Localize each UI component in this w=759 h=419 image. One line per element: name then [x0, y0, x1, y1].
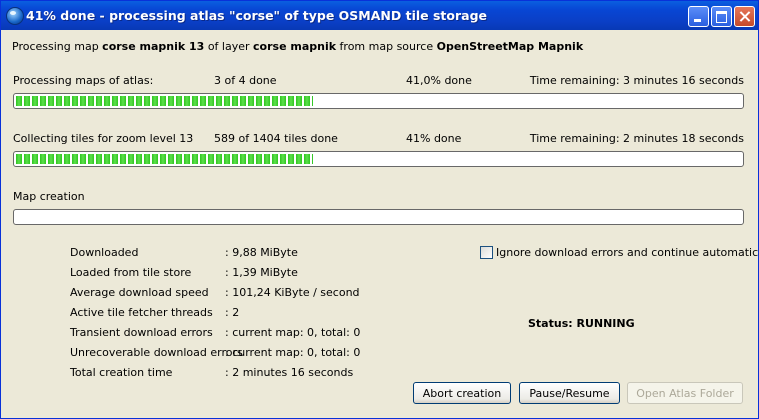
processing-line: Processing map corse mapnik 13 of layer … [12, 40, 583, 53]
map-creation-progress-bar [13, 209, 744, 225]
tiles-progress-percent: 41% done [406, 132, 462, 145]
tiles-time-remaining: Time remaining: 2 minutes 18 seconds [529, 132, 744, 145]
tiles-progress-bar [13, 151, 744, 167]
stat-label: Total creation time [70, 366, 173, 379]
maps-progress-bar [13, 93, 744, 109]
maps-progress-count: 3 of 4 done [214, 74, 277, 87]
maps-progress-fill [16, 96, 313, 106]
stat-value: : 9,88 MiByte [225, 246, 298, 259]
stat-value: : current map: 0, total: 0 [225, 326, 361, 339]
open-atlas-folder-button[interactable]: Open Atlas Folder [627, 382, 743, 404]
stat-label: Loaded from tile store [70, 266, 192, 279]
stat-label: Downloaded [70, 246, 139, 259]
title-bar[interactable]: 41% done - processing atlas "corse" of t… [1, 1, 758, 30]
maximize-button[interactable] [711, 6, 732, 27]
stat-label: Unrecoverable download errors [70, 346, 243, 359]
pause-resume-button[interactable]: Pause/Resume [519, 382, 620, 404]
processing-text: Processing map [12, 40, 103, 53]
maps-progress-label: Processing maps of atlas: [13, 74, 154, 87]
minimize-button[interactable] [688, 6, 709, 27]
stat-value: : 1,39 MiByte [225, 266, 298, 279]
stat-label: Average download speed [70, 286, 209, 299]
tiles-progress-fill [16, 154, 313, 164]
map-creation-label: Map creation [13, 190, 85, 203]
window-title: 41% done - processing atlas "corse" of t… [26, 8, 488, 23]
status-text: Status: RUNNING [528, 317, 635, 330]
close-button[interactable] [734, 6, 755, 27]
map-name: corse mapnik 13 [102, 40, 205, 53]
layer-name: corse mapnik [253, 40, 337, 53]
map-source-name: OpenStreetMap Mapnik [436, 40, 584, 53]
maps-time-remaining: Time remaining: 3 minutes 16 seconds [529, 74, 744, 87]
stat-label: Transient download errors [70, 326, 213, 339]
dialog-content: Processing map corse mapnik 13 of layer … [1, 30, 759, 418]
tiles-progress-count: 589 of 1404 tiles done [214, 132, 338, 145]
ignore-errors-checkbox[interactable] [480, 246, 493, 259]
stat-label: Active tile fetcher threads [70, 306, 213, 319]
globe-icon [6, 7, 24, 25]
processing-text: of layer [204, 40, 254, 53]
tiles-progress-label: Collecting tiles for zoom level 13 [13, 132, 194, 145]
abort-creation-button[interactable]: Abort creation [413, 382, 511, 404]
stat-value: : 101,24 KiByte / second [225, 286, 360, 299]
stat-value: : 2 [225, 306, 240, 319]
ignore-errors-label[interactable]: Ignore download errors and continue auto… [496, 246, 759, 259]
progress-window: 41% done - processing atlas "corse" of t… [0, 0, 759, 419]
stat-value: : 2 minutes 16 seconds [225, 366, 354, 379]
stat-value: : current map: 0, total: 0 [225, 346, 361, 359]
maps-progress-percent: 41,0% done [406, 74, 472, 87]
processing-text: from map source [336, 40, 437, 53]
